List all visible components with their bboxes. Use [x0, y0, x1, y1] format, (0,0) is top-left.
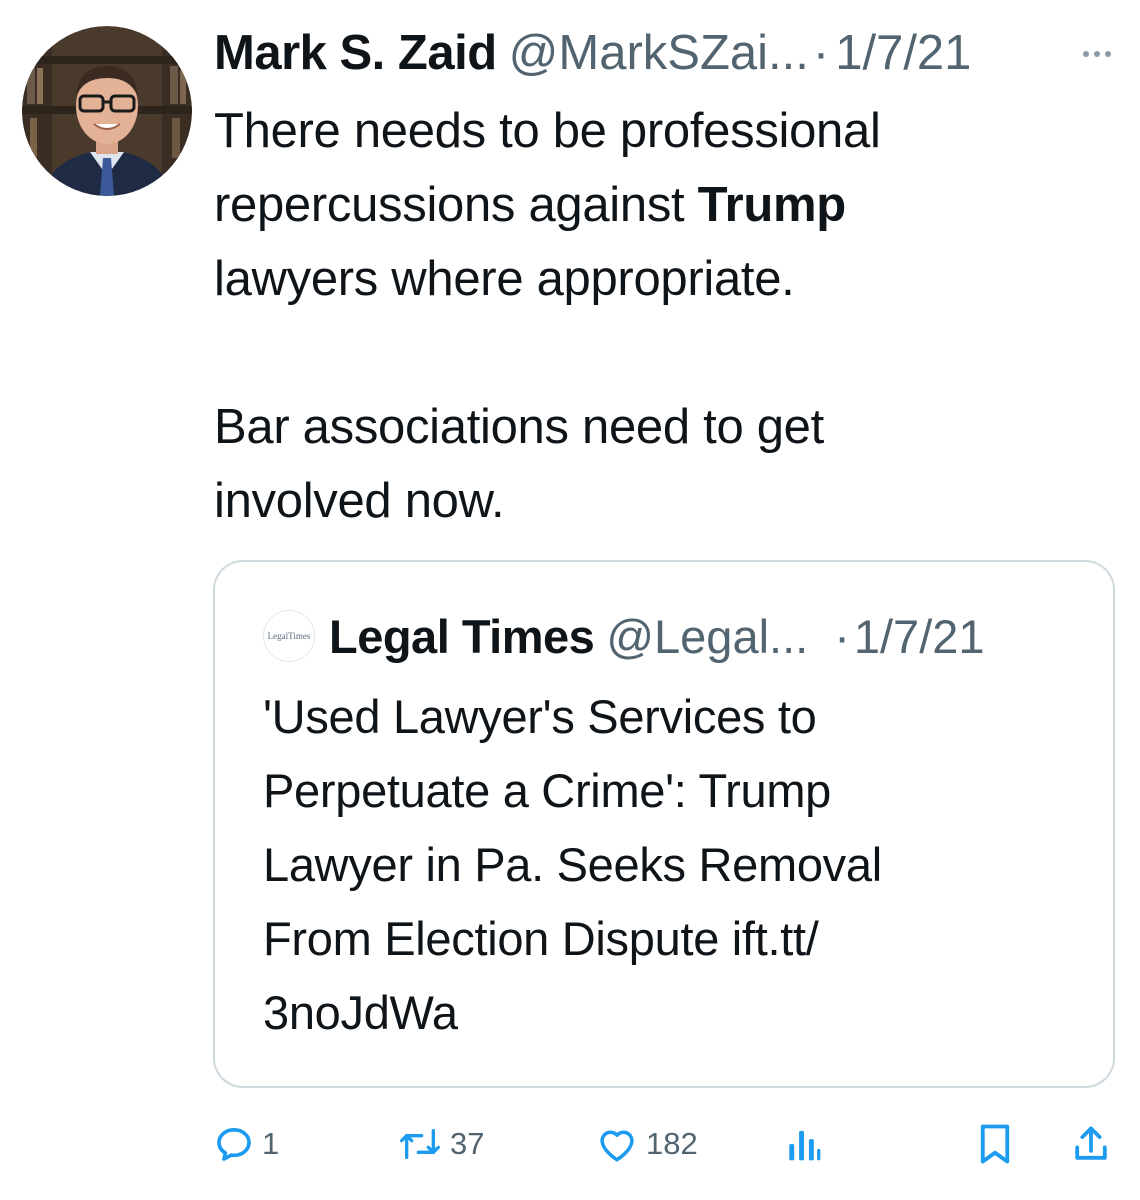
share-button[interactable]: [1072, 1112, 1110, 1176]
quoted-tweet-header: LegalTimes Legal Times @Legal... · 1/7/2…: [263, 606, 1093, 666]
retweet-icon: [398, 1124, 442, 1164]
quoted-tweet-text: 'Used Lawyer's Services to Perpetuate a …: [263, 680, 1043, 1050]
tweet-text-line: involved now.: [214, 474, 505, 528]
bookmark-button[interactable]: [976, 1112, 1014, 1176]
quoted-text-line: From Election Dispute ift.tt/: [263, 912, 819, 965]
author-name[interactable]: Mark S. Zaid: [214, 22, 497, 84]
reply-icon: [214, 1124, 254, 1164]
tweet-header: Mark S. Zaid @MarkSZai... · 1/7/21: [214, 22, 1124, 84]
separator-dot: ·: [812, 26, 830, 80]
tweet-text-line: repercussions against: [214, 178, 698, 232]
reply-button[interactable]: 1: [214, 1112, 279, 1176]
tweet-actions: 1 37 182: [0, 1112, 1140, 1176]
author-handle[interactable]: @MarkSZai...: [509, 22, 809, 84]
retweet-count: 37: [450, 1126, 485, 1161]
author-avatar[interactable]: [22, 26, 192, 196]
share-icon: [1072, 1123, 1110, 1165]
views-button[interactable]: [786, 1112, 822, 1176]
quoted-author-avatar[interactable]: LegalTimes: [263, 610, 315, 662]
like-count: 182: [646, 1126, 698, 1161]
quoted-text-line: Perpetuate a Crime': Trump: [263, 764, 832, 817]
tweet-text-line: Bar associations need to get: [214, 400, 824, 454]
bookmark-icon: [976, 1123, 1014, 1165]
tweet-text-line: lawyers where appropriate.: [214, 252, 795, 306]
quoted-text-line: 'Used Lawyer's Services to: [263, 690, 817, 743]
tweet-text-line: There needs to be professional: [214, 104, 881, 158]
like-button[interactable]: 182: [596, 1112, 698, 1176]
tweet-text-bold: Trump: [697, 178, 847, 232]
more-icon[interactable]: [1070, 34, 1124, 74]
quoted-text-line: Lawyer in Pa. Seeks Removal: [263, 838, 882, 891]
quoted-author-handle[interactable]: @Legal...: [606, 609, 808, 664]
separator-dot: ·: [834, 609, 850, 663]
quoted-text-line: 3noJdWa: [263, 986, 458, 1039]
quoted-author-name[interactable]: Legal Times: [329, 609, 595, 664]
heart-icon: [596, 1124, 638, 1164]
tweet-date[interactable]: 1/7/21: [835, 22, 971, 84]
quoted-tweet-date[interactable]: 1/7/21: [854, 609, 985, 664]
views-icon: [786, 1124, 822, 1164]
retweet-button[interactable]: 37: [398, 1112, 484, 1176]
tweet-text: There needs to be professional repercuss…: [214, 94, 1094, 538]
quoted-tweet-card[interactable]: LegalTimes Legal Times @Legal... · 1/7/2…: [213, 560, 1115, 1088]
reply-count: 1: [262, 1126, 280, 1161]
